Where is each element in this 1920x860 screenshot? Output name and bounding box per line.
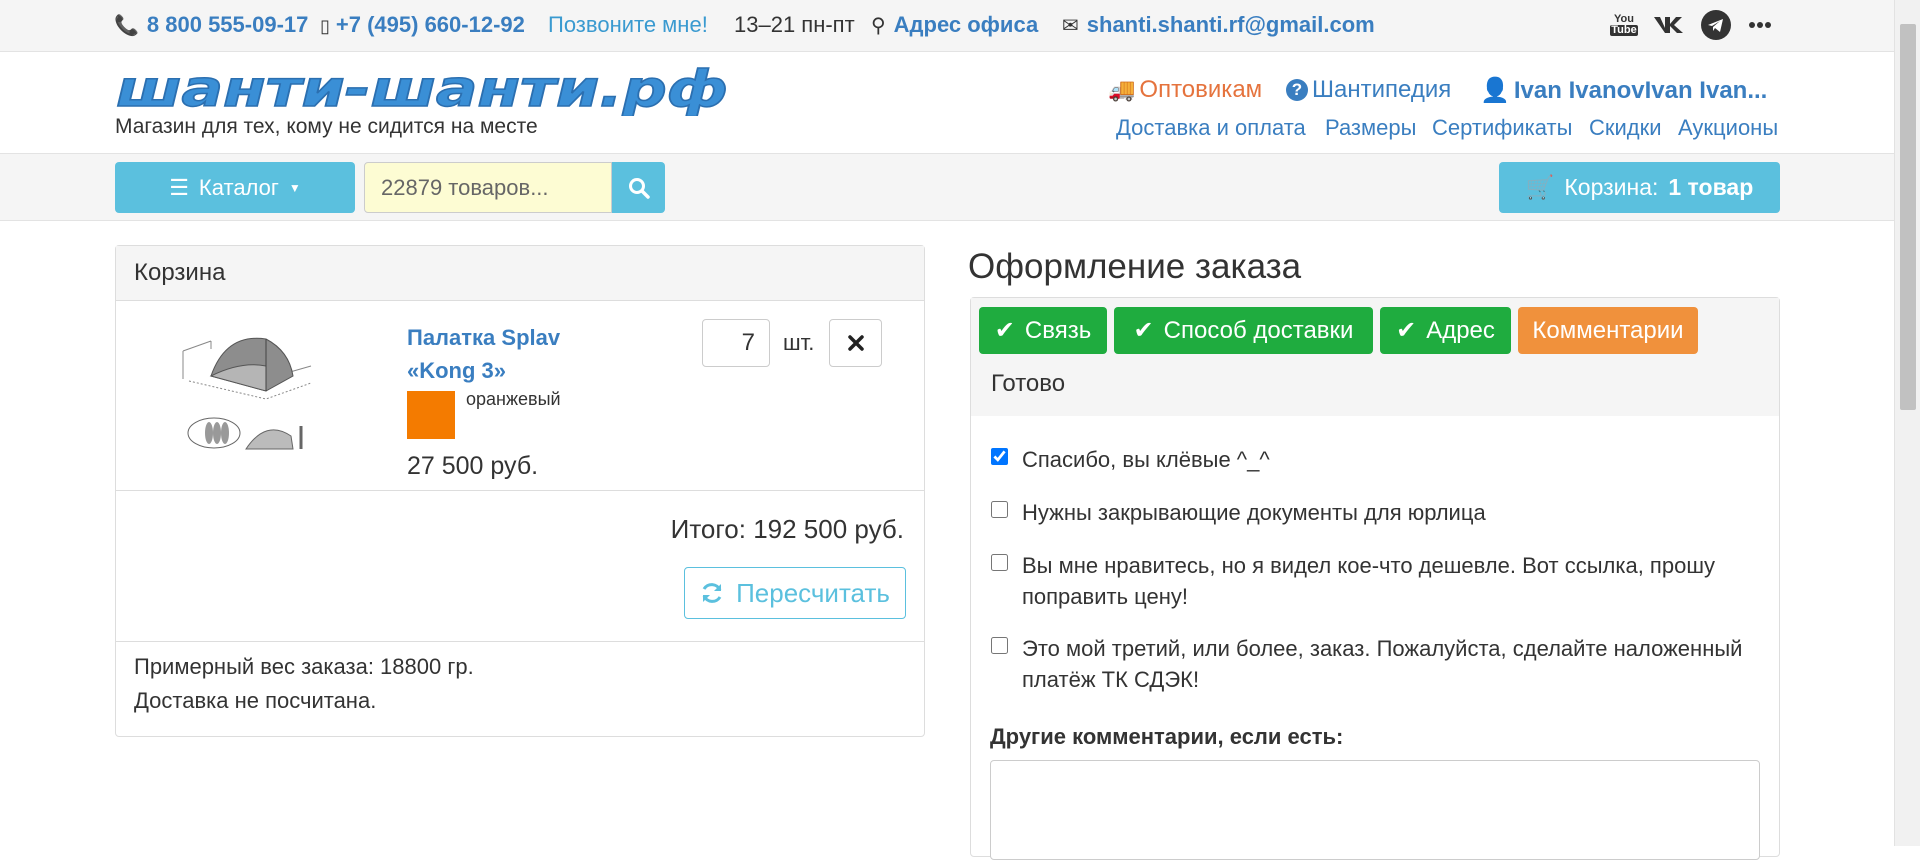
wiki-link[interactable]: ? Шантипедия xyxy=(1286,76,1451,104)
search-input[interactable] xyxy=(364,162,612,213)
search-button[interactable] xyxy=(612,162,665,213)
mobile-icon: ▯ xyxy=(320,16,330,36)
order-steps-header: ✔ Связь ✔ Способ доставки ✔ Адрес Комментар… xyxy=(971,298,1779,416)
other-comments-textarea[interactable] xyxy=(990,760,1760,860)
remove-item-button[interactable] xyxy=(829,319,882,367)
scrollbar-thumb[interactable] xyxy=(1900,24,1916,410)
divider xyxy=(116,490,924,491)
wholesale-link[interactable]: 🚚 Оптовикам xyxy=(1108,76,1262,104)
search-icon xyxy=(628,177,650,199)
checkbox[interactable] xyxy=(991,448,1008,465)
check-icon: ✔ xyxy=(994,317,1015,344)
check-icon: ✔ xyxy=(1133,317,1154,344)
cart-icon: 🛒 xyxy=(1525,174,1555,200)
step-address[interactable]: ✔ Адрес xyxy=(1380,307,1511,354)
ready-label: Готово xyxy=(991,370,1066,397)
cart-panel: Корзина Палатка Splav «Kong 3» оранжевый… xyxy=(115,245,925,737)
user-icon: 👤 xyxy=(1480,77,1510,104)
phone1-link[interactable]: 📞 8 800 555-09-17 xyxy=(114,11,308,40)
step-comments[interactable]: Комментарии xyxy=(1518,307,1698,354)
cart-button[interactable]: 🛒 Корзина: 1 товар xyxy=(1499,162,1780,213)
close-icon xyxy=(847,335,864,351)
cart-title: Корзина xyxy=(116,246,924,301)
order-panel: ✔ Связь ✔ Способ доставки ✔ Адрес Комментар… xyxy=(970,297,1780,860)
email-link[interactable]: ✉ shanti.shanti.rf@gmail.com xyxy=(1062,11,1375,40)
site-tagline: Магазин для тех, кому не сидится на мест… xyxy=(115,115,538,138)
order-total: Итого: 192 500 руб. xyxy=(670,514,904,544)
color-swatch xyxy=(407,391,455,439)
order-weight: Примерный вес заказа: 18800 гр. xyxy=(134,654,474,679)
color-name: оранжевый xyxy=(466,389,561,409)
truck-icon: 🚚 xyxy=(1108,77,1136,102)
work-hours: 13–21 пн-пт xyxy=(734,12,855,37)
product-name-link[interactable]: Палатка Splav «Kong 3» xyxy=(407,321,587,387)
step-delivery-method[interactable]: ✔ Способ доставки xyxy=(1114,307,1373,354)
site-logo[interactable]: шанти-шанти.рф xyxy=(114,59,734,119)
check-price-match[interactable]: Вы мне нравитесь, но я видел кое-что деш… xyxy=(991,550,1721,612)
envelope-icon: ✉ xyxy=(1062,15,1079,37)
check-cod-cdek[interactable]: Это мой третий, или более, заказ. Пожалу… xyxy=(991,633,1761,695)
check-legal-docs[interactable]: Нужны закрывающие документы для юрлица xyxy=(991,497,1751,528)
nav-sizes[interactable]: Размеры xyxy=(1325,115,1416,141)
delivery-note: Доставка не посчитана. xyxy=(134,688,377,713)
nav-discounts[interactable]: Скидки xyxy=(1589,115,1662,141)
product-price: 27 500 руб. xyxy=(407,452,539,480)
nav-certificates[interactable]: Сертификаты xyxy=(1432,115,1572,141)
top-contact-bar: 📞 8 800 555-09-17 ▯ +7 (495) 660-12-92 Поз… xyxy=(0,0,1894,52)
check-icon: ✔ xyxy=(1396,317,1417,344)
youtube-icon[interactable]: You Tube xyxy=(1609,8,1639,42)
nav-delivery[interactable]: Доставка и оплата xyxy=(1116,115,1306,141)
callback-link[interactable]: Позвоните мне! xyxy=(548,11,708,39)
quantity-unit: шт. xyxy=(783,330,815,355)
user-menu[interactable]: 👤 Ivan IvanovIvan Ivan... xyxy=(1480,76,1767,105)
office-link[interactable]: ⚲ Адрес офиса xyxy=(871,11,1038,40)
map-pin-icon: ⚲ xyxy=(871,15,886,37)
svg-text:шанти-шанти.рф: шанти-шанти.рф xyxy=(116,64,728,116)
recalculate-button[interactable]: Пересчитать xyxy=(684,567,906,619)
product-image[interactable] xyxy=(171,321,321,461)
catalog-button[interactable]: ☰ Каталог ▼ xyxy=(115,162,355,213)
phone-icon: 📞 xyxy=(114,15,139,37)
order-title: Оформление заказа xyxy=(968,247,1302,286)
telegram-icon[interactable] xyxy=(1700,8,1732,42)
step-contact[interactable]: ✔ Связь xyxy=(979,307,1107,354)
check-thanks[interactable]: Спасибо, вы клёвые ^_^ xyxy=(991,444,1751,475)
nav-auctions[interactable]: Аукционы xyxy=(1678,115,1778,141)
more-icon[interactable] xyxy=(1745,8,1775,42)
caret-down-icon: ▼ xyxy=(288,180,301,195)
menu-icon: ☰ xyxy=(169,174,189,200)
quantity-input[interactable] xyxy=(702,319,770,367)
other-comments-label: Другие комментарии, если есть: xyxy=(990,724,1344,749)
checkbox[interactable] xyxy=(991,501,1008,518)
phone2-link[interactable]: ▯ +7 (495) 660-12-92 xyxy=(320,11,525,40)
refresh-icon xyxy=(702,583,722,603)
vk-icon[interactable] xyxy=(1652,8,1688,42)
checkbox[interactable] xyxy=(991,554,1008,571)
page-scrollbar[interactable] xyxy=(1894,0,1920,846)
checkbox[interactable] xyxy=(991,637,1008,654)
divider xyxy=(116,641,924,642)
question-icon: ? xyxy=(1286,79,1308,101)
